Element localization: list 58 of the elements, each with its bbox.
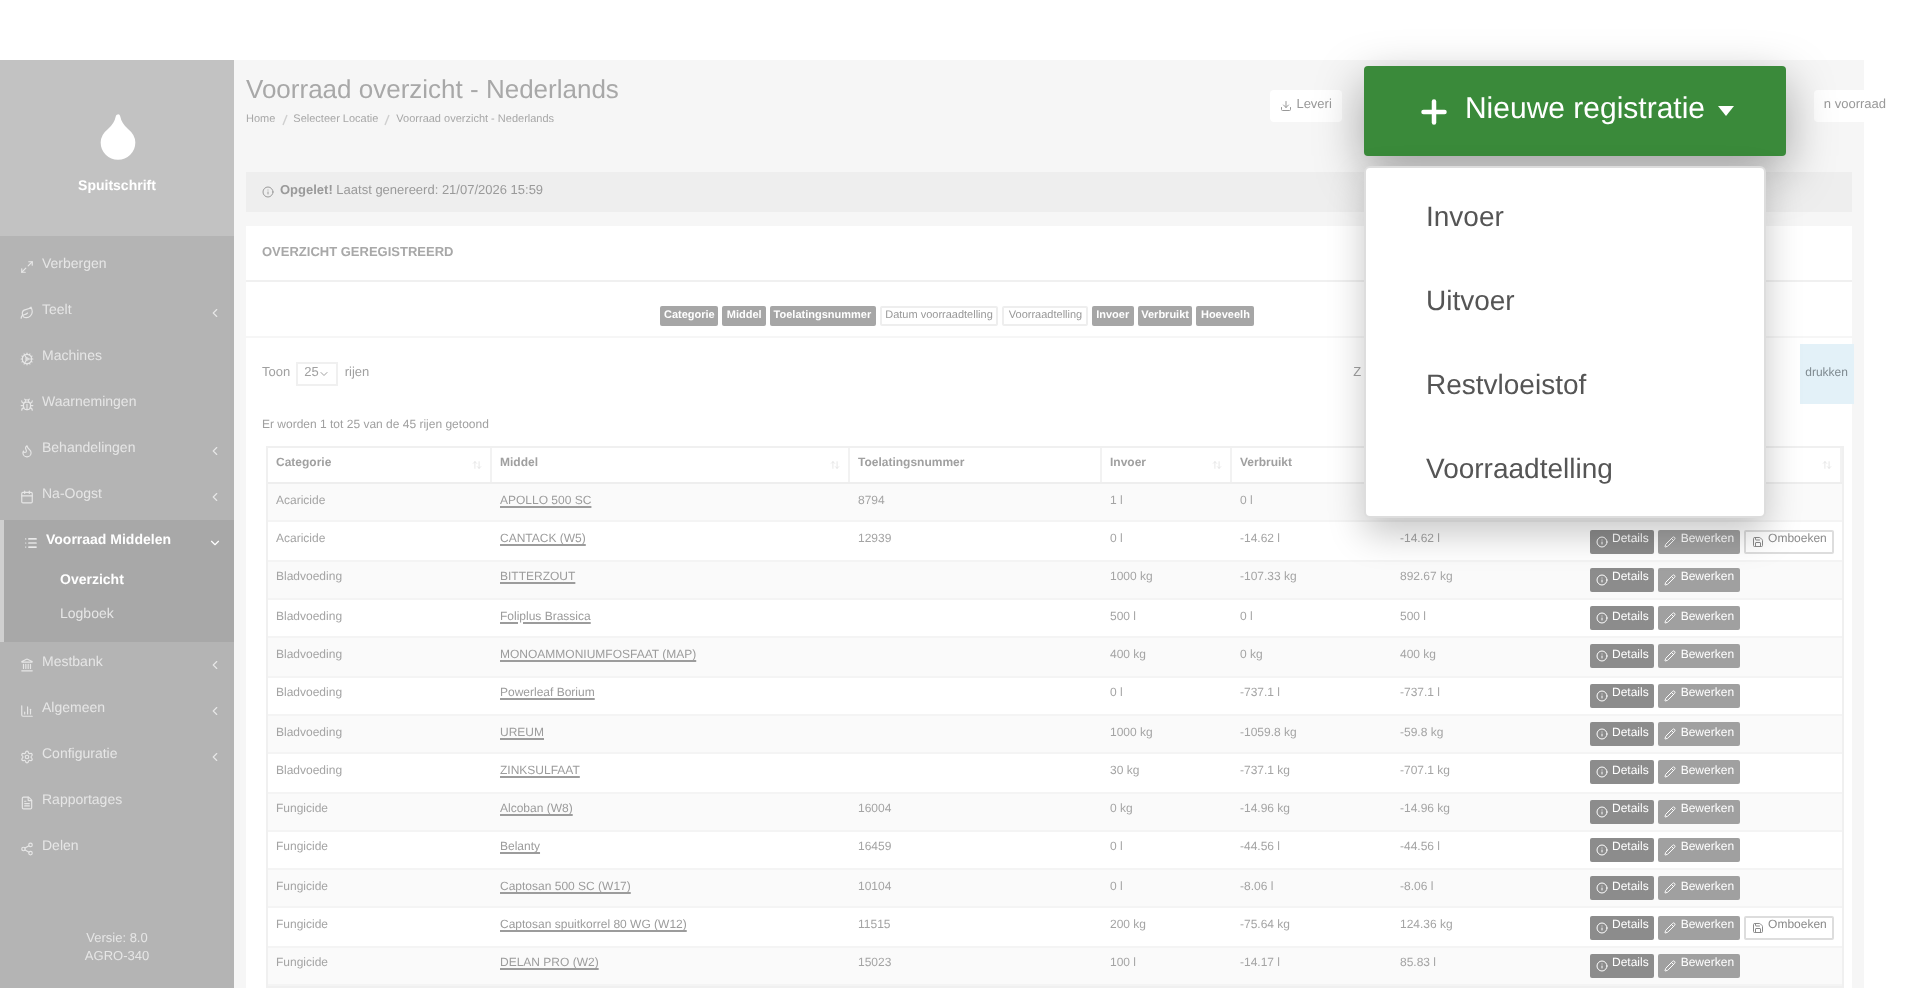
bug-icon [20, 398, 34, 412]
info-icon [1596, 535, 1608, 548]
pencil-icon [1664, 612, 1677, 625]
leaf-icon [20, 306, 34, 320]
chevron-left-icon [208, 658, 222, 672]
chevron-down-icon [318, 368, 331, 381]
plus-icon [1416, 93, 1453, 129]
page-title: Voorraad overzicht - Nederlands [246, 76, 619, 102]
info-icon [1596, 959, 1608, 972]
expand-icon [20, 260, 34, 274]
share-icon [20, 842, 34, 856]
pencil-icon [1664, 535, 1677, 548]
chevron-left-icon [208, 750, 222, 764]
cog-icon [20, 352, 34, 366]
pencil-icon [1664, 728, 1677, 741]
dropdown-item[interactable]: Restvloeistof [1366, 342, 1764, 426]
save-icon [1752, 535, 1765, 548]
chevron-left-icon [208, 490, 222, 504]
dropdown-item[interactable]: Uitvoer [1366, 258, 1764, 342]
flame-icon [20, 444, 34, 458]
pencil-icon [1664, 573, 1677, 586]
building-icon [20, 658, 34, 672]
info-icon [1596, 728, 1608, 741]
info-icon [1596, 882, 1608, 895]
chevron-left-icon [208, 306, 222, 320]
info-icon [1596, 921, 1608, 934]
info-icon [1596, 805, 1608, 818]
chart-icon [20, 704, 34, 718]
chevron-down-icon [208, 536, 222, 550]
dropdown-item[interactable]: Voorraadtelling [1366, 426, 1764, 510]
info-icon [1596, 689, 1608, 702]
info-icon [1596, 612, 1608, 625]
pencil-icon [1664, 921, 1677, 934]
info-icon [1596, 843, 1608, 856]
chevron-left-icon [208, 444, 222, 458]
save-icon [1752, 921, 1765, 934]
pencil-icon [1664, 689, 1677, 702]
info-icon [262, 186, 274, 199]
dropdown-item[interactable]: Invoer [1366, 174, 1764, 258]
pencil-icon [1664, 882, 1677, 895]
breadcrumb-separator-icon [384, 114, 391, 127]
chevron-left-icon [208, 704, 222, 718]
list-icon [24, 536, 38, 550]
pencil-icon [1664, 843, 1677, 856]
info-icon [1596, 766, 1608, 779]
pencil-icon [1664, 805, 1677, 818]
calendar-icon [20, 490, 34, 504]
settings-icon [20, 750, 34, 764]
caret-down-icon [1717, 106, 1734, 116]
new-registration-button[interactable]: Nieuwe registratie [1364, 66, 1786, 156]
document-icon [20, 796, 34, 810]
info-icon [1596, 573, 1608, 586]
download-icon [1280, 100, 1293, 112]
info-icon [1596, 650, 1608, 663]
pencil-icon [1664, 650, 1677, 663]
breadcrumb-separator-icon [281, 114, 288, 127]
pencil-icon [1664, 766, 1677, 779]
pencil-icon [1664, 959, 1677, 972]
